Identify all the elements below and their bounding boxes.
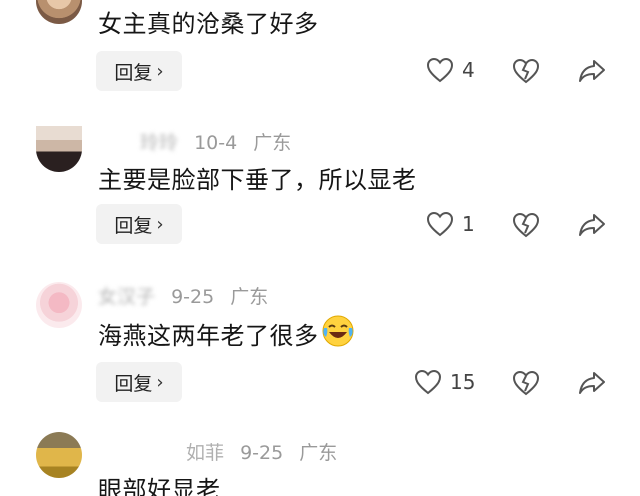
heart-outline-icon <box>426 211 454 237</box>
reply-button[interactable]: 回复 › <box>96 204 182 244</box>
like-count: 1 <box>462 212 475 236</box>
share-button[interactable] <box>577 368 607 398</box>
avatar[interactable] <box>36 0 82 24</box>
like-button[interactable]: 15 <box>414 369 475 395</box>
dislike-button[interactable] <box>511 56 541 86</box>
comment-text: 女主真的沧桑了好多 <box>98 10 319 38</box>
chevron-right-icon: › <box>156 60 164 82</box>
avatar[interactable] <box>36 432 82 478</box>
reply-button[interactable]: 回复 › <box>96 362 182 402</box>
comment-location: 广东 <box>299 442 338 464</box>
comment-text: 海燕这两年老了很多 <box>98 314 355 351</box>
like-button[interactable]: 1 <box>426 211 475 237</box>
reply-label: 回复 <box>114 61 153 84</box>
avatar[interactable] <box>36 126 82 172</box>
avatar[interactable] <box>36 282 82 328</box>
share-button[interactable] <box>577 56 607 86</box>
chevron-right-icon: › <box>156 371 164 393</box>
chevron-right-icon: › <box>156 213 164 235</box>
comment-date: 9-25 <box>240 442 284 464</box>
like-button[interactable]: 4 <box>426 57 475 83</box>
share-button[interactable] <box>577 210 607 240</box>
laughing-crying-emoji-icon <box>322 315 353 347</box>
dislike-button[interactable] <box>511 368 541 398</box>
heart-outline-icon <box>414 369 442 395</box>
share-arrow-icon <box>579 60 605 82</box>
comment-date: 10-4 <box>194 132 238 154</box>
broken-heart-icon <box>512 370 540 396</box>
comment-text: 主要是脸部下垂了，所以显老 <box>98 166 417 194</box>
user-name[interactable]: 女汉子 <box>98 286 155 308</box>
reply-button[interactable]: 回复 › <box>96 51 182 91</box>
dislike-button[interactable] <box>511 210 541 240</box>
comment-meta: 女汉子 9-25 广东 <box>98 282 278 309</box>
comment-meta: 玲玲 10-4 广东 <box>98 128 301 155</box>
user-name[interactable]: 如菲 <box>186 438 224 465</box>
like-count: 4 <box>462 58 475 82</box>
like-count: 15 <box>450 370 476 394</box>
broken-heart-icon <box>512 212 540 238</box>
share-arrow-icon <box>579 214 605 236</box>
comment-meta: 如菲 9-25 广东 <box>98 438 347 465</box>
heart-outline-icon <box>426 57 454 83</box>
reply-label: 回复 <box>114 372 153 395</box>
user-name[interactable]: 玲玲 <box>140 128 178 155</box>
comment-location: 广东 <box>230 286 269 308</box>
comment-location: 广东 <box>253 132 292 154</box>
comment-date: 9-25 <box>171 286 215 308</box>
broken-heart-icon <box>512 58 540 84</box>
comment-text-content: 海燕这两年老了很多 <box>98 322 319 350</box>
share-arrow-icon <box>579 372 605 394</box>
comment-text: 眼部好显老 <box>98 476 221 496</box>
reply-label: 回复 <box>114 214 153 237</box>
